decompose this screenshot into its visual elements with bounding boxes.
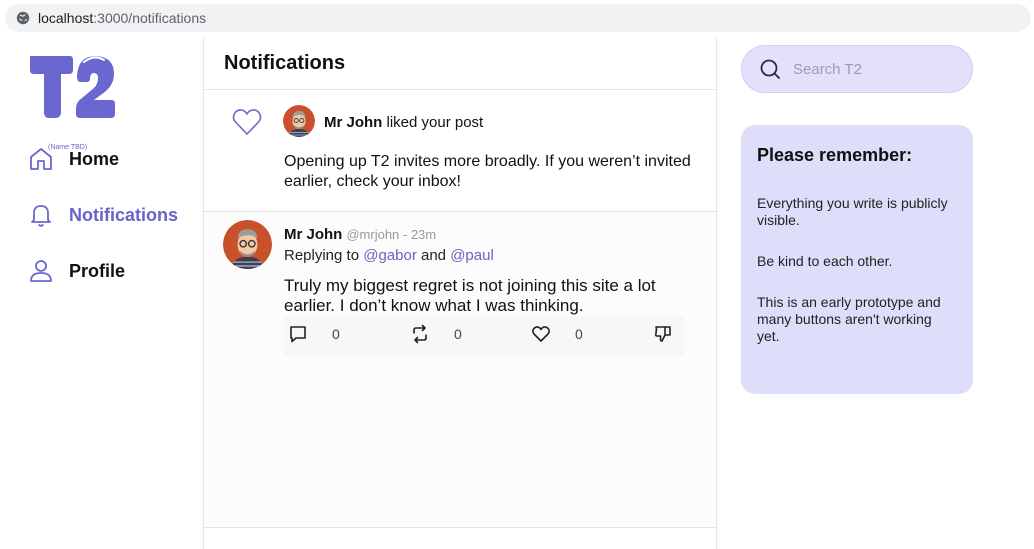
thumbs-down-icon: [653, 324, 673, 344]
home-icon: [28, 146, 54, 172]
page-title: Notifications: [224, 51, 346, 74]
reply-count: 0: [332, 326, 340, 342]
browser-url-bar[interactable]: localhost:3000/notifications: [5, 4, 1031, 32]
main-column: Notifications Mr John liked your post Op…: [203, 37, 717, 549]
notification-body[interactable]: Opening up T2 invites more broadly. If y…: [284, 152, 704, 192]
mention-link[interactable]: @paul: [450, 247, 494, 264]
reply-line: Replying to @gabor and @paul: [284, 247, 494, 264]
search-input[interactable]: [793, 60, 953, 78]
sidebar: (Name TBD) Home Notifications Profile: [0, 37, 203, 549]
post-actions: 0 0 0: [284, 316, 684, 356]
sidebar-item-profile[interactable]: Profile: [28, 256, 125, 286]
reminder-item: Be kind to each other.: [757, 253, 893, 269]
post-text: Truly my biggest regret is not joining t…: [284, 276, 656, 315]
sidebar-item-label: Home: [69, 148, 120, 169]
heart-icon: [531, 324, 551, 344]
sidebar-item-notifications[interactable]: Notifications: [28, 200, 178, 230]
sidebar-item-label: Notifications: [69, 204, 179, 225]
reminder-title: Please remember:: [757, 145, 913, 165]
reminder-item: Everything you write is publicly visible…: [757, 195, 948, 228]
t2-logo[interactable]: [28, 54, 116, 120]
avatar[interactable]: [223, 220, 272, 269]
url-host: localhost: [38, 10, 94, 26]
reminder-item: This is an early prototype and many butt…: [757, 294, 941, 344]
reply-button[interactable]: 0: [288, 324, 340, 344]
notification-action: liked your post: [382, 114, 484, 131]
sidebar-item-home[interactable]: Home: [28, 144, 119, 174]
user-icon: [28, 258, 54, 284]
main-header: Notifications: [204, 37, 716, 90]
repost-button[interactable]: 0: [410, 324, 462, 344]
notification-user[interactable]: Mr John: [324, 114, 382, 131]
search-icon: [759, 58, 781, 80]
url-path: :3000/notifications: [93, 10, 207, 26]
mention-link[interactable]: @gabor: [363, 247, 417, 264]
bell-icon: [28, 202, 54, 228]
notification-text: Mr John liked your post: [324, 114, 483, 131]
avatar[interactable]: [283, 105, 315, 137]
like-button[interactable]: 0: [531, 324, 583, 344]
comment-icon: [288, 324, 308, 344]
reply-prefix: Replying to: [284, 247, 364, 264]
search-bar[interactable]: [741, 45, 973, 93]
globe-icon: [16, 11, 30, 25]
url-text[interactable]: localhost:3000/notifications: [38, 10, 206, 26]
post-item[interactable]: Mr John @mrjohn - 23m Replying to @gabor …: [204, 212, 716, 528]
repost-icon: [410, 324, 430, 344]
reply-and: and: [416, 247, 451, 264]
dislike-button[interactable]: [653, 324, 673, 344]
heart-icon: [232, 108, 262, 136]
post-meta: @mrjohn - 23m: [346, 227, 437, 242]
post-author[interactable]: Mr John: [284, 226, 342, 243]
notification-item[interactable]: Mr John liked your post Opening up T2 in…: [204, 90, 716, 212]
reminder-panel: Please remember: Everything you write is…: [741, 125, 973, 394]
like-count: 0: [575, 326, 583, 342]
sidebar-item-label: Profile: [69, 260, 126, 281]
post-author-line: Mr John @mrjohn - 23m: [284, 226, 436, 243]
repost-count: 0: [454, 326, 462, 342]
